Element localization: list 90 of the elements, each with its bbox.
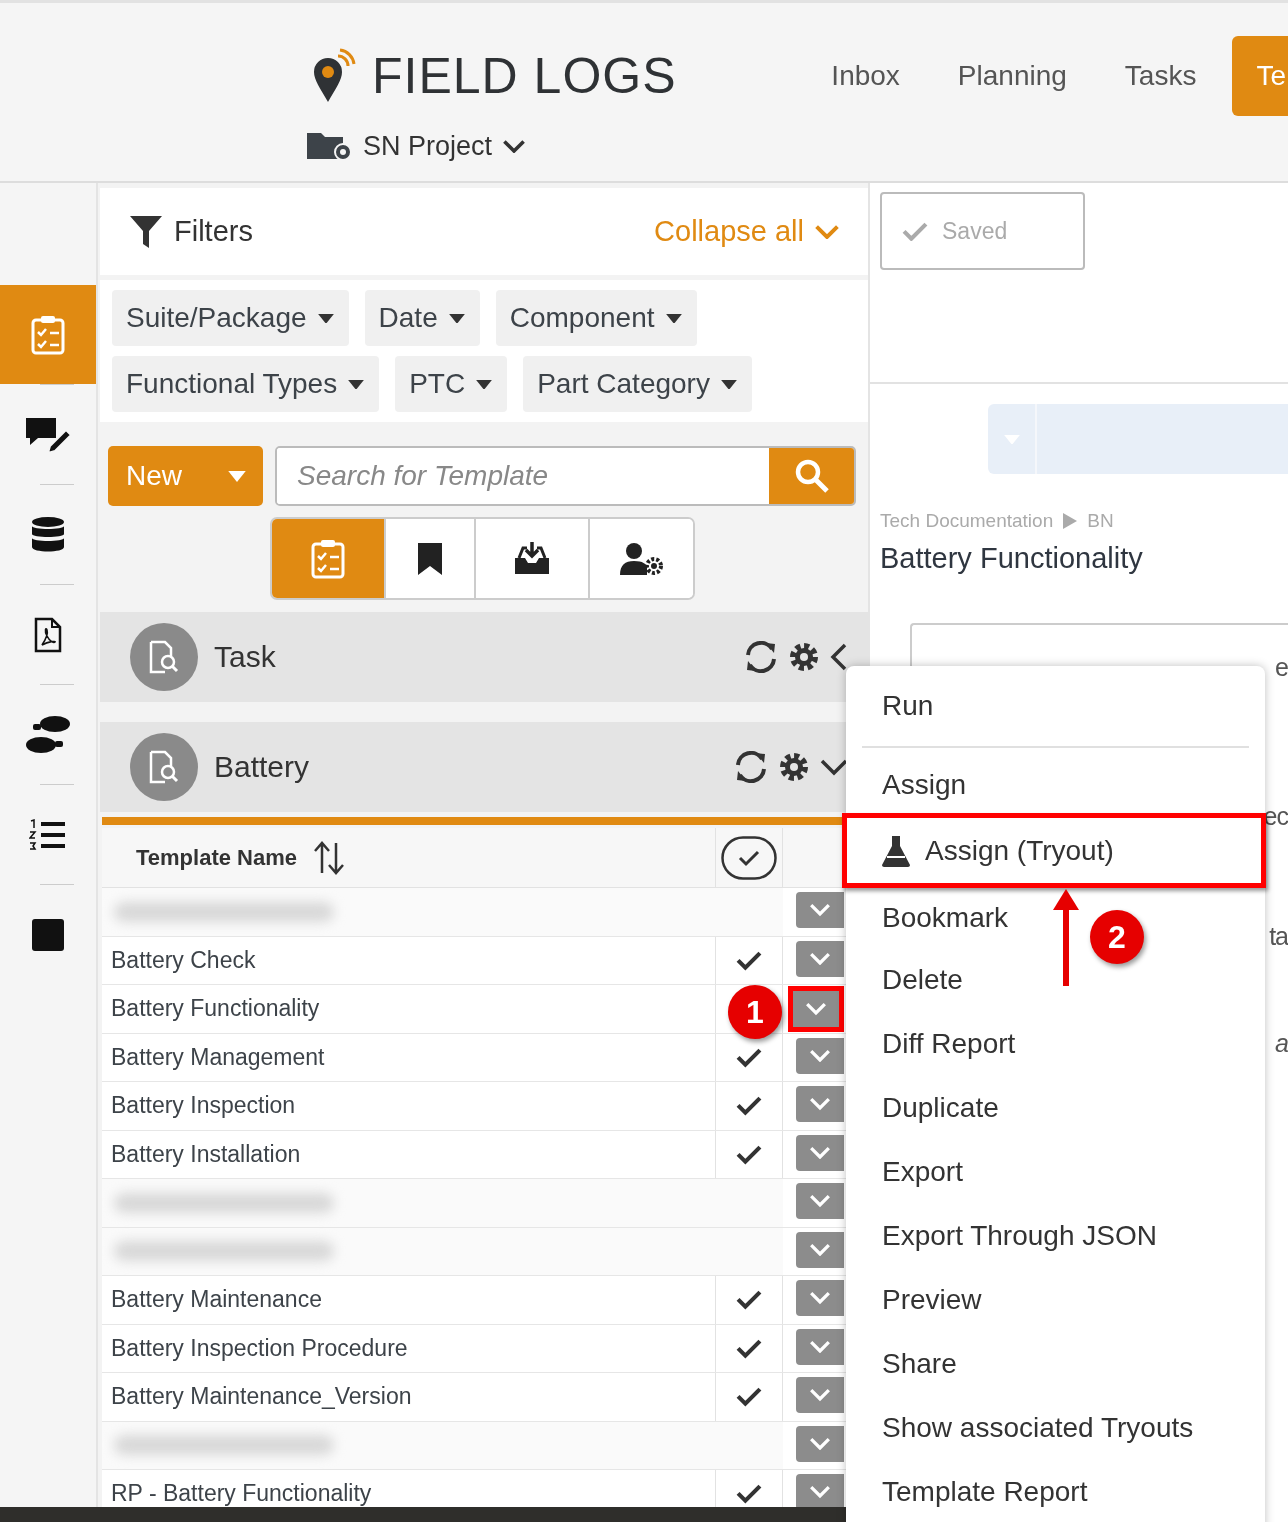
document-title: Battery Functionality xyxy=(880,542,1144,575)
filters-title: Filters xyxy=(174,215,253,248)
partial-text: e xyxy=(1275,653,1288,683)
settings-icon xyxy=(788,641,820,673)
folder-gear-icon xyxy=(307,130,353,162)
chevron-down-icon xyxy=(809,1097,831,1111)
table-cell: Battery Maintenance xyxy=(102,1276,716,1324)
table-cell: Battery Maintenance_Version xyxy=(102,1373,716,1421)
filter-dropdown[interactable]: Suite/Package xyxy=(112,290,349,346)
refresh-icon xyxy=(744,641,778,673)
caret-down-icon xyxy=(475,378,494,390)
location-pin-signal-icon xyxy=(312,48,356,104)
section-title: Task xyxy=(214,640,276,674)
chevron-down-icon xyxy=(809,951,831,966)
caret-down-icon xyxy=(347,378,366,390)
clipboard-checklist-icon xyxy=(311,538,345,579)
app-logo: FIELD LOGS xyxy=(372,47,677,105)
nav-link[interactable]: Planning xyxy=(957,36,1067,116)
chevron-down-icon xyxy=(809,1485,831,1499)
filter-dropdown[interactable]: Date xyxy=(364,290,480,346)
chevron-down-icon xyxy=(809,1388,831,1402)
breadcrumb-arrow-icon xyxy=(1063,513,1078,529)
menu-item[interactable]: Share xyxy=(846,1332,961,1396)
nav-link[interactable]: Tasks xyxy=(1124,36,1197,116)
table-cell: Battery Inspection xyxy=(102,1082,716,1130)
filter-dropdown[interactable]: PTC xyxy=(395,356,508,412)
numbered-list-icon xyxy=(29,818,67,851)
square-icon xyxy=(32,918,64,951)
menu-item[interactable]: Export xyxy=(846,1140,967,1204)
document-magnifier-icon xyxy=(149,750,179,784)
project-selector[interactable]: SN Project xyxy=(363,130,493,162)
menu-item[interactable]: Duplicate xyxy=(846,1076,1003,1140)
caret-down-icon xyxy=(664,312,683,324)
menu-item[interactable]: Delete xyxy=(846,948,967,1012)
menu-item[interactable]: Bookmark xyxy=(846,888,1013,948)
chevron-down-icon xyxy=(809,1048,831,1063)
caret-down-icon xyxy=(316,312,335,324)
section-title: Battery xyxy=(214,750,310,784)
menu-item[interactable]: Show associated Tryouts xyxy=(846,1396,1198,1460)
settings-icon xyxy=(778,751,810,783)
document-magnifier-icon xyxy=(149,640,179,674)
chevron-down-icon xyxy=(809,1436,831,1451)
table-cell: Battery Installation xyxy=(102,1130,716,1178)
chevron-down-icon xyxy=(502,138,527,154)
search-button[interactable] xyxy=(769,448,854,504)
table-cell: Battery Management xyxy=(102,1033,716,1081)
partial-text: ta xyxy=(1269,922,1288,952)
menu-item[interactable]: Assign (Tryout) xyxy=(842,813,1266,888)
table-cell: Battery Inspection Procedure xyxy=(102,1324,716,1372)
menu-item[interactable]: Diff Report xyxy=(846,1012,1020,1076)
bookmark-icon xyxy=(417,541,443,576)
chevron-down-icon xyxy=(809,1291,831,1305)
section-header[interactable]: Task xyxy=(100,612,868,702)
clipboard-checklist-icon xyxy=(31,314,65,355)
checkmark-icon xyxy=(902,220,928,242)
menu-item[interactable]: Export Through JSON xyxy=(846,1204,1161,1268)
filter-dropdown[interactable]: Part Category xyxy=(523,356,752,412)
menu-item[interactable]: Preview xyxy=(846,1268,986,1332)
chevron-down-icon xyxy=(809,1242,831,1257)
filter-icon xyxy=(130,215,162,248)
search-field[interactable]: Search for Template xyxy=(275,446,856,506)
search-icon xyxy=(794,459,829,493)
caret-down-icon xyxy=(447,312,466,324)
chevron-down-icon xyxy=(809,1145,831,1160)
table-cell: Battery Check xyxy=(102,936,716,984)
footprints-icon xyxy=(25,714,71,755)
chat-pencil-icon xyxy=(24,415,72,454)
table-cell: Battery Functionality xyxy=(102,985,716,1033)
database-icon xyxy=(31,515,65,554)
partial-text: a xyxy=(1275,1029,1288,1059)
chevron-down-icon xyxy=(805,1002,827,1016)
pdf-file-icon xyxy=(34,616,62,653)
tray-download-icon xyxy=(513,541,551,576)
nav-link[interactable]: Inbox xyxy=(831,36,900,116)
refresh-icon xyxy=(734,751,768,783)
filter-dropdown[interactable]: Functional Types xyxy=(112,356,380,412)
sort-icon xyxy=(313,840,345,875)
filter-dropdown[interactable]: Component xyxy=(495,290,697,346)
chevron-down-icon xyxy=(809,1339,831,1354)
column-header[interactable]: Template Name xyxy=(136,844,297,871)
circle-check-icon xyxy=(721,835,777,880)
caret-down-icon xyxy=(227,470,247,482)
row-menu-button[interactable] xyxy=(796,1474,844,1510)
chevron-down-icon xyxy=(809,903,831,917)
flask-icon xyxy=(881,834,911,867)
chevron-down-icon xyxy=(814,223,840,240)
caret-down-icon xyxy=(719,378,738,390)
chevron-down-icon xyxy=(809,1194,831,1208)
user-gear-icon xyxy=(619,541,664,576)
menu-item[interactable]: Template Report xyxy=(846,1460,1092,1522)
